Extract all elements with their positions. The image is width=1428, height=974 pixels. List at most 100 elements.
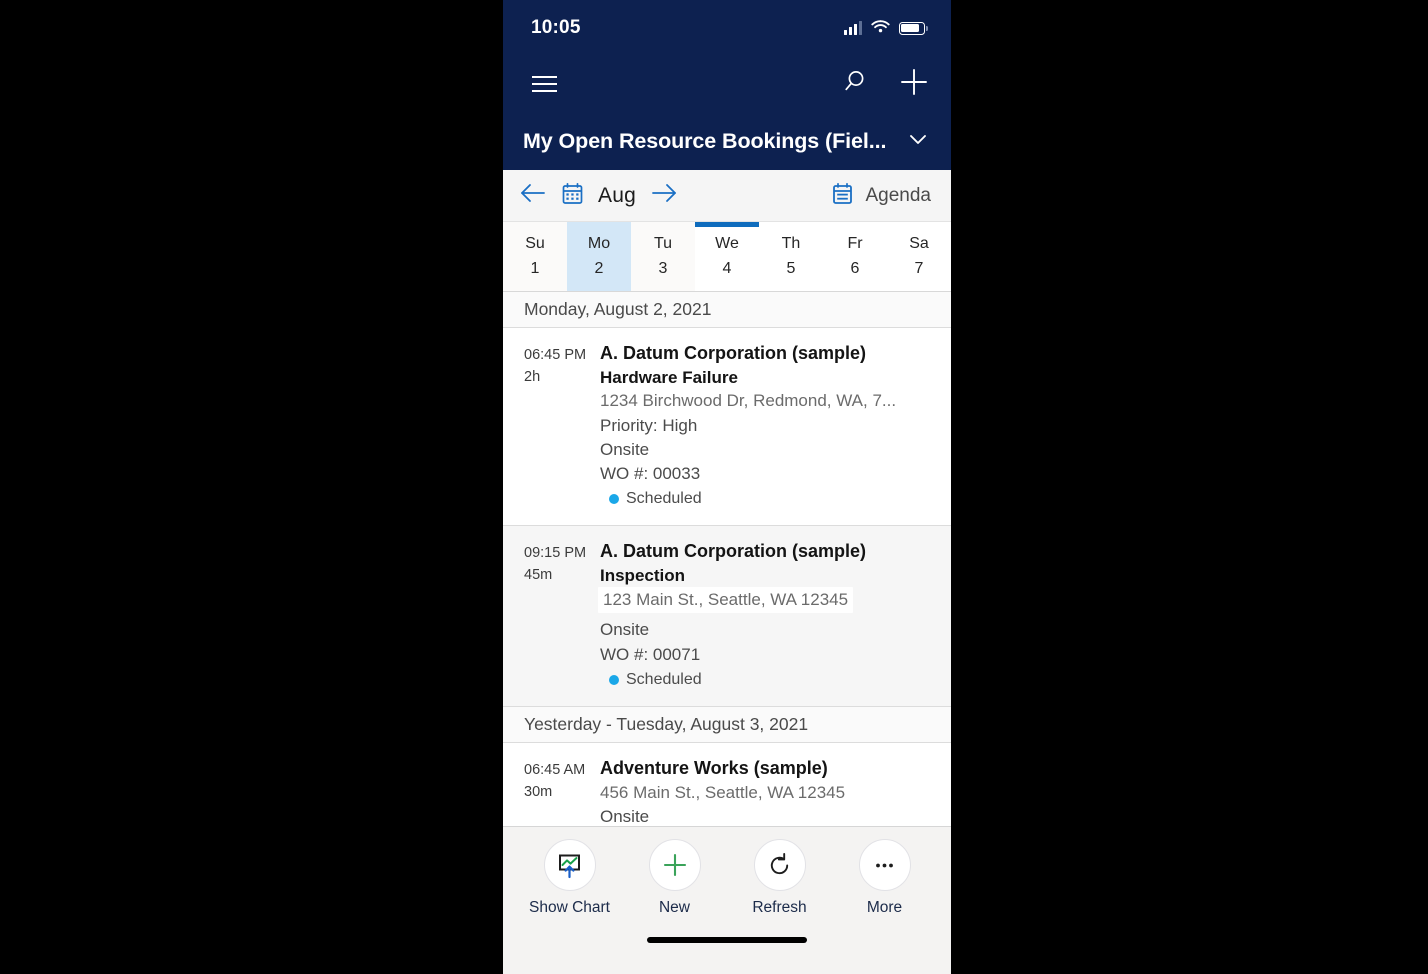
week-day-name: Th	[781, 235, 801, 252]
booking-address-row: 123 Main St., Seattle, WA 12345	[598, 587, 933, 618]
week-day-name: Su	[525, 235, 545, 252]
week-day-number: 7	[914, 260, 924, 277]
booking-work-type: Onsite	[600, 620, 650, 640]
week-day-number: 1	[530, 260, 540, 277]
week-day-tu[interactable]: Tu 3	[631, 222, 695, 291]
show-chart-icon	[543, 839, 596, 891]
booking-details: Adventure Works (sample) 456 Main St., Se…	[600, 757, 933, 826]
week-day-su[interactable]: Su 1	[503, 222, 567, 291]
command-show-chart-button[interactable]: Show Chart	[527, 839, 613, 917]
booking-address: 1234 Birchwood Dr, Redmond, WA, 7...	[600, 391, 897, 411]
refresh-icon	[753, 839, 806, 891]
app-nav-bar	[503, 56, 951, 112]
page-title: My Open Resource Bookings (Fiel...	[523, 128, 887, 153]
booking-account: A. Datum Corporation (sample)	[600, 540, 867, 561]
status-dot-icon	[609, 674, 619, 685]
agenda-date-header: Monday, August 2, 2021	[503, 292, 951, 328]
home-indicator	[647, 937, 807, 943]
command-more-button[interactable]: More	[842, 839, 928, 917]
status-label: Scheduled	[626, 670, 702, 688]
booking-card[interactable]: 06:45 PM 2h A. Datum Corporation (sample) H…	[503, 328, 951, 526]
booking-time-block: 06:45 AM 30m	[524, 757, 600, 826]
status-bar: 10:05	[503, 0, 951, 56]
booking-work-order: WO #: 00071	[600, 644, 701, 664]
booking-account: Adventure Works (sample)	[600, 757, 828, 778]
view-title-bar[interactable]: My Open Resource Bookings (Fiel...	[503, 112, 951, 170]
command-refresh-button[interactable]: Refresh	[737, 839, 823, 917]
booking-start-time: 06:45 AM	[524, 761, 586, 778]
command-label: Refresh	[752, 899, 807, 916]
booking-duration: 2h	[524, 369, 541, 386]
command-label: Show Chart	[529, 899, 610, 916]
view-switch-agenda[interactable]: Agenda	[831, 182, 931, 210]
chevron-down-icon[interactable]	[907, 128, 929, 155]
status-label: Scheduled	[626, 489, 702, 507]
week-day-name: Fr	[847, 235, 863, 252]
month-label: Aug	[598, 183, 636, 207]
status-dot-icon	[609, 493, 619, 504]
booking-duration: 45m	[524, 567, 553, 584]
plus-icon	[899, 67, 929, 102]
week-day-name: Tu	[653, 235, 673, 252]
calendar-toolbar: Aug Agenda	[503, 170, 951, 222]
booking-card[interactable]: 06:45 AM 30m Adventure Works (sample) 456 M…	[503, 742, 951, 826]
booking-job-title: Inspection	[600, 565, 686, 585]
week-day-number: 3	[658, 260, 668, 277]
week-day-we[interactable]: We 4	[695, 222, 759, 291]
booking-details: A. Datum Corporation (sample) Hardware Fa…	[600, 342, 933, 511]
booking-start-time: 09:15 PM	[524, 544, 587, 561]
agenda-icon	[831, 182, 854, 210]
command-label: New	[658, 899, 690, 916]
week-day-number: 2	[594, 260, 604, 277]
phone-viewport: 10:05 My Open Resource Bookings (Fiel...…	[503, 0, 951, 974]
week-day-number: 4	[722, 260, 732, 277]
screenshot-stage: 10:05 My Open Resource Bookings (Fiel...…	[0, 0, 1428, 974]
week-strip: Su 1 Mo 2 Tu 3 We 4 Th 5 Fr 6 Sa 7	[503, 222, 951, 292]
signal-bars-icon	[844, 21, 862, 35]
agenda-date-header: Yesterday - Tuesday, August 3, 2021	[503, 706, 951, 743]
booking-details: A. Datum Corporation (sample) Inspection 1…	[598, 540, 933, 692]
command-bar: Show Chart New Refresh More	[503, 826, 951, 974]
booking-account: A. Datum Corporation (sample)	[600, 343, 867, 363]
booking-job-title: Hardware Failure	[600, 367, 738, 387]
battery-icon	[899, 21, 928, 35]
status-badge: Scheduled	[600, 668, 933, 692]
week-day-name: We	[715, 235, 739, 252]
command-label: More	[866, 899, 903, 916]
week-day-mo[interactable]: Mo 2	[567, 222, 631, 291]
hamburger-menu-button[interactable]	[523, 63, 565, 105]
calendar-nav: Aug	[519, 182, 678, 210]
booking-priority: Priority: High	[600, 415, 698, 435]
booking-card[interactable]: 09:15 PM 45m A. Datum Corporation (sample)…	[503, 525, 951, 707]
week-day-th[interactable]: Th 5	[759, 222, 823, 291]
booking-duration: 30m	[524, 784, 553, 801]
booking-time-block: 06:45 PM 2h	[524, 342, 600, 511]
week-day-name: Sa	[909, 235, 929, 252]
week-day-sa[interactable]: Sa 7	[887, 222, 951, 291]
arrow-left-icon[interactable]	[519, 182, 547, 209]
ellipsis-icon	[858, 839, 911, 891]
booking-time-block: 09:15 PM 45m	[524, 540, 600, 692]
week-day-number: 5	[786, 260, 796, 277]
new-record-button[interactable]	[893, 63, 935, 105]
week-day-name: Mo	[587, 235, 611, 252]
plus-icon	[648, 839, 701, 891]
agenda-list[interactable]: Monday, August 2, 2021 06:45 PM 2h A. Datum…	[503, 292, 951, 826]
arrow-right-icon[interactable]	[650, 182, 678, 209]
search-button[interactable]	[833, 63, 875, 105]
command-new-button[interactable]: New	[632, 839, 718, 917]
booking-work-order: WO #: 00033	[600, 463, 701, 483]
week-day-number: 6	[850, 260, 860, 277]
agenda-label: Agenda	[865, 184, 931, 206]
today-indicator	[695, 222, 759, 227]
booking-work-type: Onsite	[600, 806, 650, 826]
status-bar-icons	[844, 19, 928, 38]
nav-actions	[833, 63, 935, 105]
hamburger-menu-icon	[531, 76, 557, 92]
wifi-icon	[871, 19, 890, 38]
calendar-icon[interactable]	[561, 182, 584, 210]
booking-address-row: 1234 Birchwood Dr, Redmond, WA, 7...	[600, 389, 933, 413]
booking-address-row: 456 Main St., Seattle, WA 12345	[600, 781, 933, 805]
week-day-fr[interactable]: Fr 6	[823, 222, 887, 291]
status-badge: Scheduled	[600, 487, 933, 511]
